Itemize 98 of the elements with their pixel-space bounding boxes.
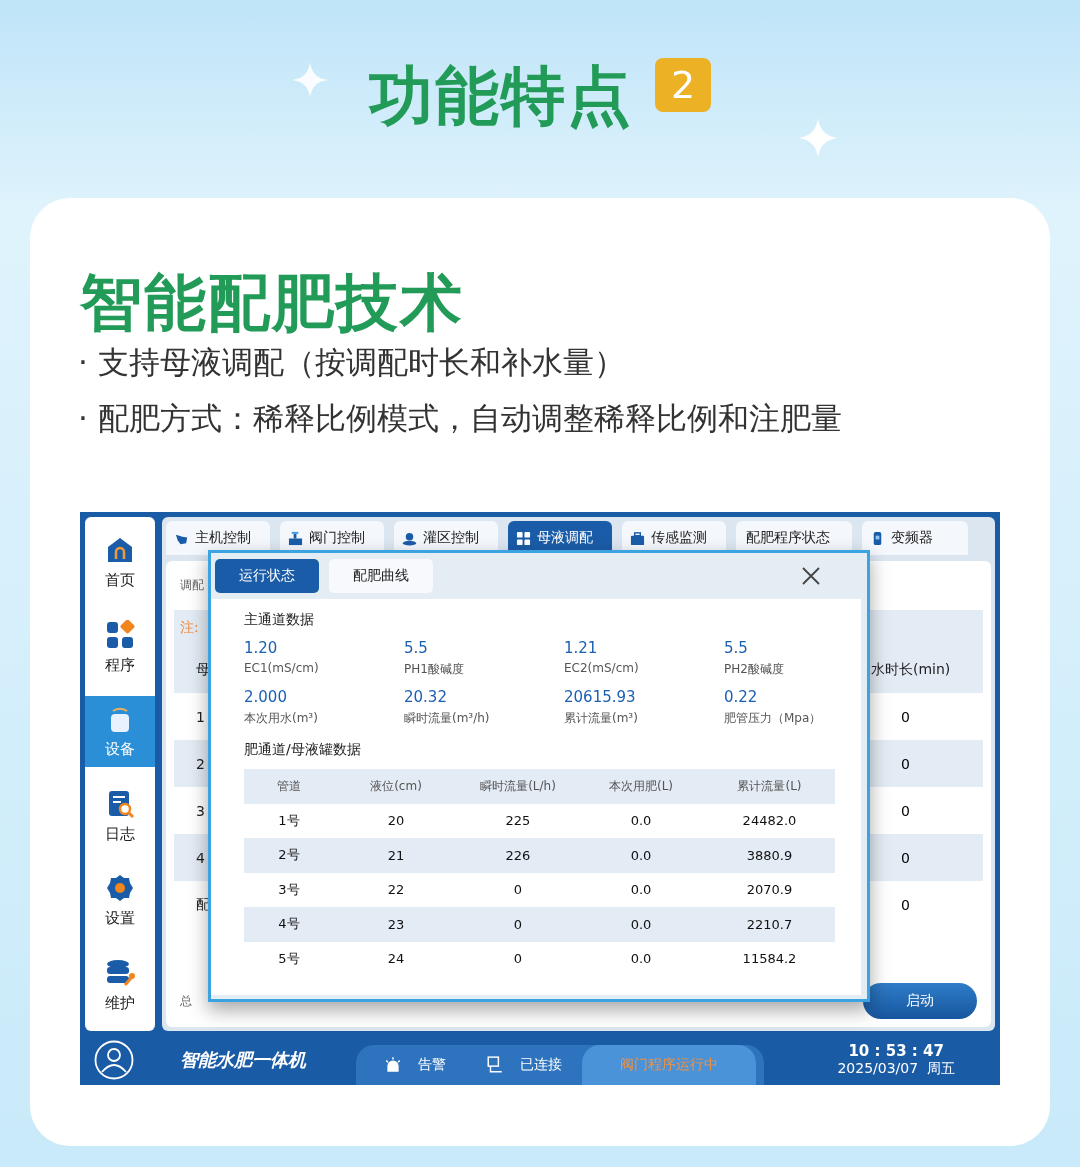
sparkle-icon xyxy=(292,62,328,98)
person-pin-icon xyxy=(402,530,417,546)
table-cell-text: 3号 xyxy=(277,880,301,899)
column-header: 累计流量(L) xyxy=(736,777,803,795)
metric-value: 20.32 xyxy=(404,688,447,706)
metric-label: 累计流量(m³) xyxy=(564,710,638,727)
sidebar-item[interactable]: 程序 xyxy=(85,611,155,683)
table-cell-text: 5号 xyxy=(277,949,301,968)
tab[interactable]: 主机控制 xyxy=(166,521,270,555)
table-cell-text: 0 xyxy=(512,882,524,898)
table-cell-text: 0.0 xyxy=(629,916,653,932)
table-cell-text: 0 xyxy=(900,708,911,725)
brand-name: 智能水肥一体机 xyxy=(180,1048,306,1072)
table-cell-text: 0 xyxy=(900,802,911,819)
table-cell-text: 226 xyxy=(504,847,532,863)
table-cell-text: 22 xyxy=(386,882,406,898)
column-header: 母 xyxy=(195,660,210,679)
table-cell-text: 0.0 xyxy=(629,882,653,898)
table-cell-text: 0 xyxy=(900,849,911,866)
bullet-text: · 配肥方式：稀释比例模式，自动调整稀释比例和注肥量 xyxy=(78,399,843,438)
number-badge: 2 xyxy=(655,58,711,112)
table-cell-text: 0.0 xyxy=(629,813,653,829)
metric-value: 1.21 xyxy=(564,639,598,657)
metric-label: 肥管压力（Mpa） xyxy=(724,710,822,727)
computer-icon xyxy=(486,1056,504,1074)
grid-icon xyxy=(516,530,531,546)
tab[interactable]: 配肥曲线 xyxy=(329,559,433,593)
table-cell-text: 1号 xyxy=(277,811,301,830)
table-cell-text: 3 xyxy=(195,802,205,819)
table-cell-text: 2210.7 xyxy=(745,916,794,932)
sidebar-item[interactable]: 设置 xyxy=(85,865,155,937)
metric-label: PH1酸碱度 xyxy=(404,661,464,678)
valve-icon xyxy=(288,530,303,546)
metric-label: EC2(mS/cm) xyxy=(564,661,639,675)
metric-label: EC1(mS/cm) xyxy=(244,661,319,675)
user-icon[interactable] xyxy=(94,1040,134,1080)
table-cell-text: 11584.2 xyxy=(741,951,798,967)
section-heading: 功能特点 xyxy=(369,64,633,128)
section-label: 肥通道/母液罐数据 xyxy=(244,741,362,759)
table-cell-text: 1 xyxy=(195,708,205,725)
metric-value: 2.000 xyxy=(244,688,287,706)
metric-value: 1.20 xyxy=(244,639,278,657)
table-cell-text: 0 xyxy=(900,755,911,772)
table-cell-text: 2号 xyxy=(277,846,301,865)
table-cell-text: 225 xyxy=(504,813,532,829)
settings-icon xyxy=(105,873,135,904)
clock-date: 2025/03/07 周五 xyxy=(837,1060,955,1078)
metric-value: 5.5 xyxy=(724,639,748,657)
toolbox-icon xyxy=(630,530,645,546)
bullet-text: · 支持母液调配（按调配时长和补水量） xyxy=(78,343,626,382)
table-cell-text: 4号 xyxy=(277,915,301,934)
table-cell-text: 21 xyxy=(386,847,406,863)
alarm-icon xyxy=(384,1056,402,1074)
table-cell-text: 0.0 xyxy=(629,847,653,863)
home-icon xyxy=(105,535,135,565)
column-header: 管道 xyxy=(276,777,302,795)
table-cell-text: 23 xyxy=(386,916,406,932)
start-button[interactable]: 启动 xyxy=(863,983,977,1019)
column-header: 水时长(min) xyxy=(871,660,952,679)
sidebar-item[interactable]: 日志 xyxy=(85,780,155,852)
feature-title: 智能配肥技术 xyxy=(80,272,465,334)
sidebar-item[interactable]: 设备 xyxy=(85,696,155,768)
status-item: 告警 xyxy=(364,1045,466,1085)
table-cell-text: 2 xyxy=(195,755,205,772)
table-cell-text: 24482.0 xyxy=(741,813,798,829)
panel-title: 调配 xyxy=(179,577,205,594)
metric-label: PH2酸碱度 xyxy=(724,661,784,678)
sidebar-item[interactable]: 维护 xyxy=(85,949,155,1021)
table-cell-text: 0 xyxy=(900,896,911,913)
sidebar-item[interactable]: 首页 xyxy=(85,527,155,598)
column-header: 液位(cm) xyxy=(369,777,423,795)
metric-value: 5.5 xyxy=(404,639,428,657)
footer-label: 总 xyxy=(179,992,192,1010)
table-cell-text: 3880.9 xyxy=(745,847,794,863)
status-item: 已连接 xyxy=(466,1045,582,1085)
close-icon[interactable] xyxy=(801,566,821,586)
metric-value: 0.22 xyxy=(724,688,758,706)
table-cell-text: 24 xyxy=(386,951,406,967)
metric-label: 本次用水(m³) xyxy=(244,710,318,727)
table-cell-text: 0 xyxy=(512,951,524,967)
table-cell-text: 0.0 xyxy=(629,951,653,967)
database-wrench-icon xyxy=(105,957,135,988)
metric-value: 20615.93 xyxy=(564,688,636,706)
sparkle-icon xyxy=(798,118,838,158)
column-header: 本次用肥(L) xyxy=(607,777,675,795)
column-header: 瞬时流量(L/h) xyxy=(479,777,557,795)
section-label: 主通道数据 xyxy=(244,611,315,629)
tab[interactable]: 运行状态 xyxy=(215,559,319,593)
grid-icon xyxy=(105,619,135,650)
tab[interactable]: 变频器 xyxy=(862,521,968,555)
note-text: 注: xyxy=(180,619,199,637)
status-item: 阀门程序运行中 xyxy=(582,1045,756,1085)
table-cell-text: 2070.9 xyxy=(745,882,794,898)
metric-label: 瞬时流量(m³/h) xyxy=(404,710,490,727)
table-cell-text: 20 xyxy=(386,813,406,829)
table-cell-text: 0 xyxy=(512,916,524,932)
table-cell-text: 4 xyxy=(195,849,205,866)
clock-time: 10 : 53 : 47 xyxy=(848,1042,944,1060)
